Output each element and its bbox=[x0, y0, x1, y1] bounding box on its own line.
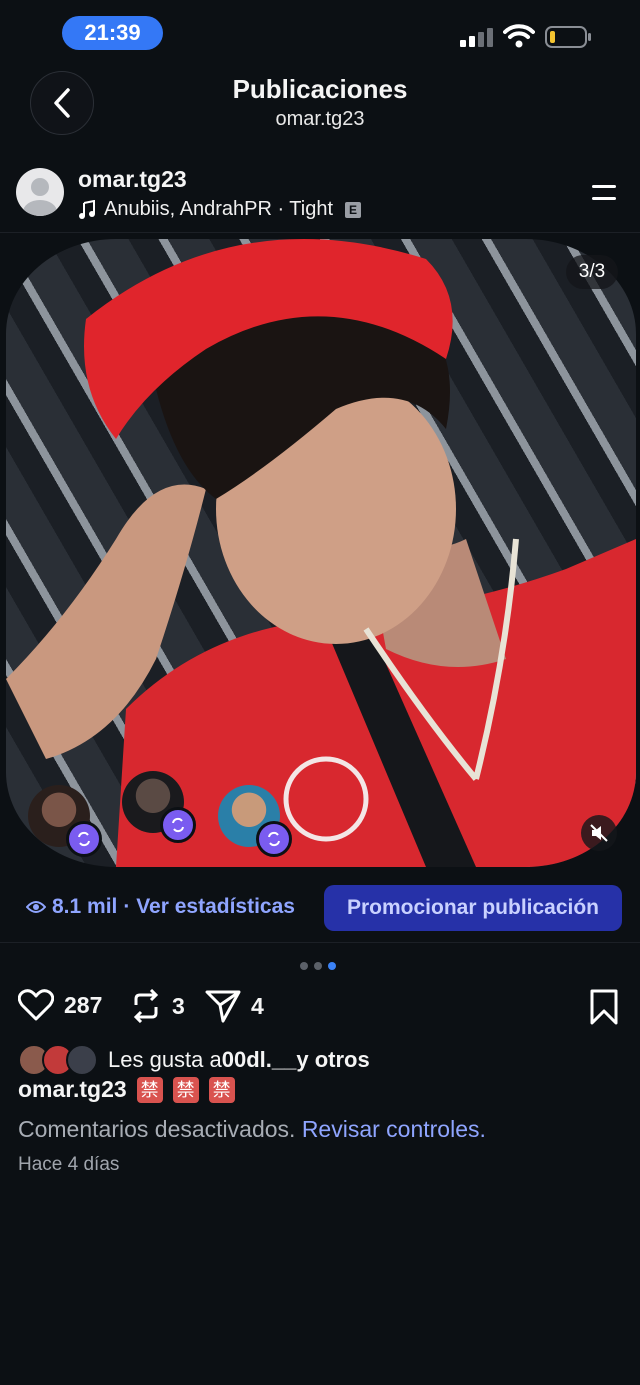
status-bar: 21:39 bbox=[0, 0, 640, 66]
repost-icon bbox=[256, 821, 292, 857]
post-username[interactable]: omar.tg23 bbox=[78, 166, 187, 193]
caption-emoji: 禁 bbox=[172, 1076, 199, 1103]
liker-avatars bbox=[18, 1044, 98, 1076]
carousel-indicator bbox=[300, 962, 336, 970]
stats-label: · Ver estadísticas bbox=[123, 895, 295, 918]
caption-username[interactable]: omar.tg23 bbox=[18, 1076, 127, 1103]
reposts-count: 3 bbox=[172, 992, 185, 1019]
status-time: 21:39 bbox=[62, 16, 163, 50]
carousel-dot bbox=[314, 962, 322, 970]
comments-disabled-label: Comentarios desactivados. bbox=[18, 1116, 296, 1142]
music-info[interactable]: Anubiis, AndrahPR · Tight E bbox=[78, 198, 362, 221]
repost-icon bbox=[133, 989, 159, 1023]
page-title: Publicaciones bbox=[232, 74, 408, 104]
caption: omar.tg23 禁 禁 禁 bbox=[18, 1076, 235, 1103]
like-button[interactable]: 287 bbox=[18, 989, 102, 1021]
likes-user[interactable]: 00dl.__ bbox=[222, 1047, 297, 1073]
carousel-dot-active bbox=[328, 962, 336, 970]
views-count: 8.1 mil bbox=[52, 895, 118, 918]
speaker-muted-icon bbox=[590, 824, 608, 842]
music-label: Anubiis, AndrahPR · Tight bbox=[104, 198, 334, 220]
send-icon bbox=[205, 990, 241, 1023]
share-button[interactable]: 4 bbox=[205, 989, 264, 1023]
photo-illustration bbox=[6, 239, 636, 867]
shares-count: 4 bbox=[251, 992, 264, 1019]
avatar bbox=[66, 1044, 98, 1076]
post-header: omar.tg23 Anubiis, AndrahPR · Tight E bbox=[0, 160, 640, 230]
post-timestamp: Hace 4 días bbox=[18, 1154, 120, 1175]
avatar[interactable] bbox=[16, 168, 64, 216]
post-photo bbox=[6, 239, 636, 867]
explicit-badge: E bbox=[345, 201, 362, 218]
divider bbox=[0, 942, 640, 943]
navigation-header: Publicaciones omar.tg23 bbox=[0, 66, 640, 156]
heart-icon bbox=[18, 989, 54, 1021]
default-avatar-icon bbox=[23, 178, 57, 216]
repost-icon bbox=[66, 821, 102, 857]
page-subtitle: omar.tg23 bbox=[275, 108, 365, 130]
caption-emoji: 禁 bbox=[136, 1076, 163, 1103]
action-bar: 287 3 4 bbox=[0, 985, 640, 1029]
bookmark-icon[interactable] bbox=[588, 989, 620, 1025]
eye-icon bbox=[26, 901, 46, 913]
menu-icon[interactable] bbox=[588, 180, 620, 206]
carousel-dot bbox=[300, 962, 308, 970]
mute-button[interactable] bbox=[581, 815, 617, 851]
music-note-icon bbox=[79, 199, 95, 219]
post-media[interactable]: 3/3 bbox=[0, 233, 640, 873]
likes-prefix: Les gusta a bbox=[108, 1047, 222, 1072]
media-counter: 3/3 bbox=[566, 255, 618, 289]
wifi-icon bbox=[503, 24, 535, 48]
likes-count: 287 bbox=[64, 991, 103, 1018]
repost-button[interactable]: 3 bbox=[130, 989, 185, 1023]
repost-icon bbox=[160, 807, 196, 843]
comments-status: Comentarios desactivados. Revisar contro… bbox=[18, 1116, 486, 1143]
caption-emoji: 禁 bbox=[208, 1076, 235, 1103]
cellular-signal-icon bbox=[460, 28, 493, 47]
insights-bar: 8.1 mil · Ver estadísticas Promocionar p… bbox=[0, 873, 640, 943]
view-stats-link[interactable]: 8.1 mil · Ver estadísticas bbox=[26, 895, 295, 919]
liked-by[interactable]: Les gusta a 00dl.__ y otros bbox=[18, 1044, 370, 1076]
battery-icon bbox=[545, 26, 591, 48]
likes-suffix: y otros bbox=[296, 1047, 370, 1072]
promote-button[interactable]: Promocionar publicación bbox=[324, 885, 622, 931]
review-controls-link[interactable]: Revisar controles. bbox=[302, 1116, 486, 1142]
